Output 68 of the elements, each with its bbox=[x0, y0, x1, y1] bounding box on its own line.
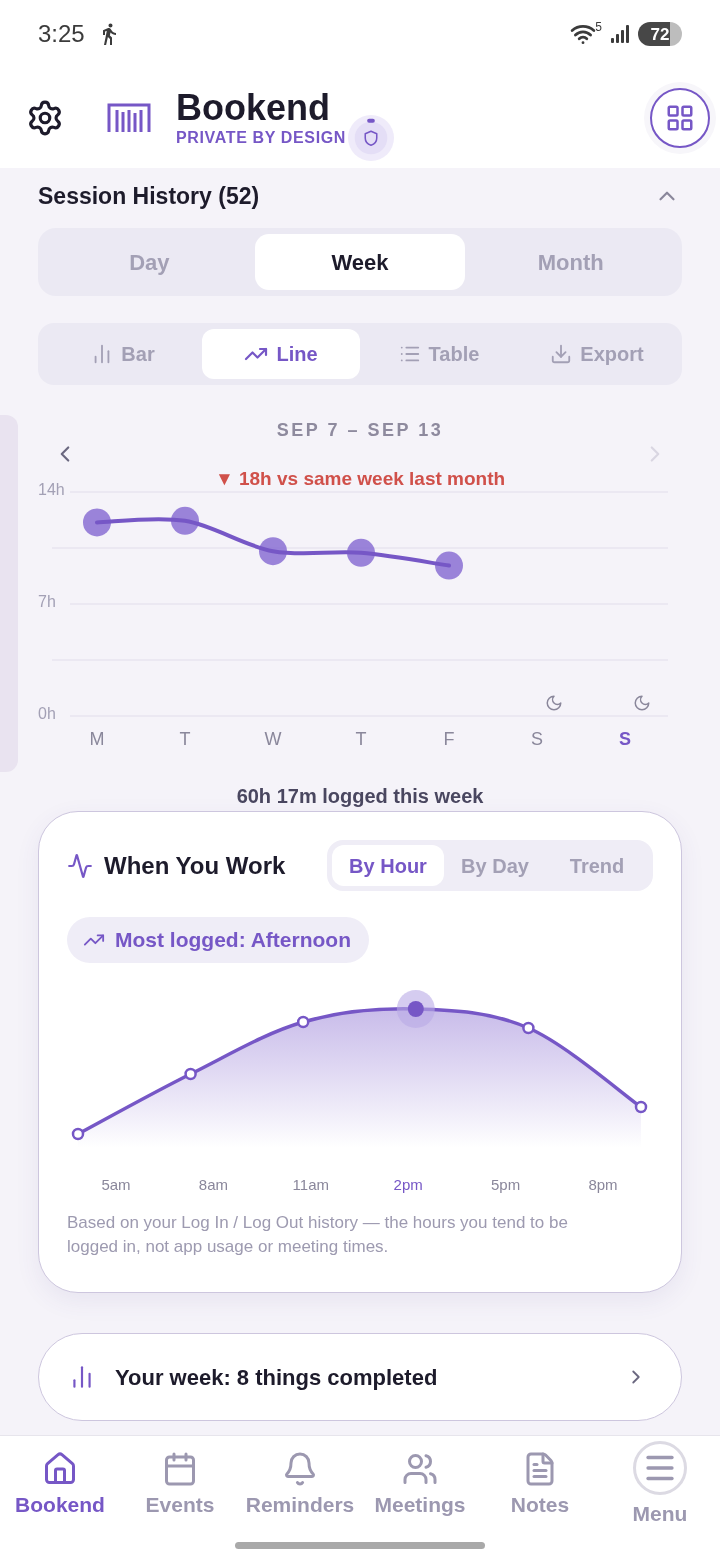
hour-label: 2pm bbox=[393, 1176, 423, 1193]
date-range: SEP 7 – SEP 13 bbox=[276, 419, 444, 441]
mode-tab[interactable]: Trend bbox=[546, 845, 648, 886]
hour-point[interactable] bbox=[296, 1015, 310, 1029]
data-point[interactable] bbox=[435, 551, 463, 580]
weekly-total: 60h 17m logged this week bbox=[236, 784, 484, 808]
data-point[interactable] bbox=[347, 538, 375, 567]
view-tab[interactable]: Export bbox=[518, 329, 676, 379]
hour-point[interactable] bbox=[634, 1100, 648, 1114]
hour-point[interactable] bbox=[522, 1021, 535, 1035]
nav-tab[interactable]: Events bbox=[120, 1436, 240, 1527]
home-icon bbox=[42, 1451, 78, 1487]
axis-label: 14h bbox=[38, 481, 65, 498]
shield-badge-icon[interactable] bbox=[348, 115, 395, 161]
data-point[interactable] bbox=[259, 537, 287, 566]
hour-label: 8am bbox=[198, 1176, 228, 1193]
bell-icon bbox=[282, 1451, 318, 1487]
app-title: Bookend bbox=[176, 88, 330, 128]
day-label: T bbox=[179, 729, 191, 749]
mode-tab[interactable]: By Hour bbox=[332, 845, 444, 886]
wifi-label: 5 bbox=[595, 21, 602, 33]
axis-label: 0h bbox=[38, 705, 56, 722]
day-label: S bbox=[531, 729, 543, 749]
badge-text: Most logged: Afternoon bbox=[115, 927, 351, 954]
nav-tab[interactable]: Bookend bbox=[0, 1436, 120, 1527]
hour-point[interactable] bbox=[396, 990, 435, 1028]
battery-indicator: 72 bbox=[638, 22, 682, 46]
menu-icon bbox=[633, 1441, 687, 1495]
axis-label: 7h bbox=[38, 593, 56, 610]
day-label: W bbox=[264, 729, 282, 749]
download-icon bbox=[550, 343, 573, 365]
signal-icon bbox=[610, 24, 630, 44]
day-label: F bbox=[443, 729, 455, 749]
hour-label: 8pm bbox=[588, 1176, 618, 1193]
view-tab[interactable]: Bar bbox=[44, 329, 202, 379]
nav-tab[interactable]: Reminders bbox=[240, 1436, 360, 1527]
day-label: M bbox=[89, 729, 105, 749]
period-tab[interactable]: Month bbox=[465, 234, 676, 290]
settings-icon[interactable] bbox=[26, 99, 64, 137]
grid-icon bbox=[665, 103, 695, 133]
people-icon bbox=[402, 1451, 438, 1487]
hour-label: 5pm bbox=[491, 1176, 521, 1193]
calendar-icon bbox=[162, 1451, 198, 1487]
data-point[interactable] bbox=[171, 506, 199, 535]
app-tagline: PRIVATE BY DESIGN bbox=[176, 128, 347, 148]
nav-tab[interactable]: Meetings bbox=[360, 1436, 480, 1527]
hour-point[interactable] bbox=[71, 1127, 85, 1141]
hour-point[interactable] bbox=[184, 1067, 197, 1081]
nav-tab[interactable]: Menu bbox=[600, 1436, 720, 1527]
card-title: When You Work bbox=[104, 850, 286, 881]
hour-label: 5am bbox=[101, 1176, 131, 1193]
view-tab[interactable]: Line bbox=[202, 329, 360, 379]
bars-logo-icon bbox=[107, 103, 151, 133]
section-title: Session History (52) bbox=[38, 181, 260, 211]
day-label: T bbox=[355, 729, 367, 749]
period-tab[interactable]: Day bbox=[44, 234, 255, 290]
chart-footnote: Based on your Log In / Log Out history — the hours you tend to be logged in, not app usage or meeting times. bbox=[67, 1212, 569, 1258]
data-point[interactable] bbox=[83, 508, 111, 537]
day-label: S bbox=[619, 729, 631, 749]
nav-tab[interactable]: Notes bbox=[480, 1436, 600, 1527]
comparison-text: ▼ 18h vs same week last month bbox=[214, 468, 506, 490]
mode-tab[interactable]: By Day bbox=[444, 845, 546, 886]
view-tab[interactable]: Table bbox=[360, 329, 518, 379]
pulse-icon bbox=[67, 852, 93, 879]
hour-label: 11am bbox=[292, 1176, 329, 1193]
period-tab[interactable]: Week bbox=[254, 234, 466, 290]
status-time: 3:25 bbox=[38, 22, 85, 46]
weekly-summary-button[interactable]: Your week: 8 things completed bbox=[38, 1333, 682, 1421]
